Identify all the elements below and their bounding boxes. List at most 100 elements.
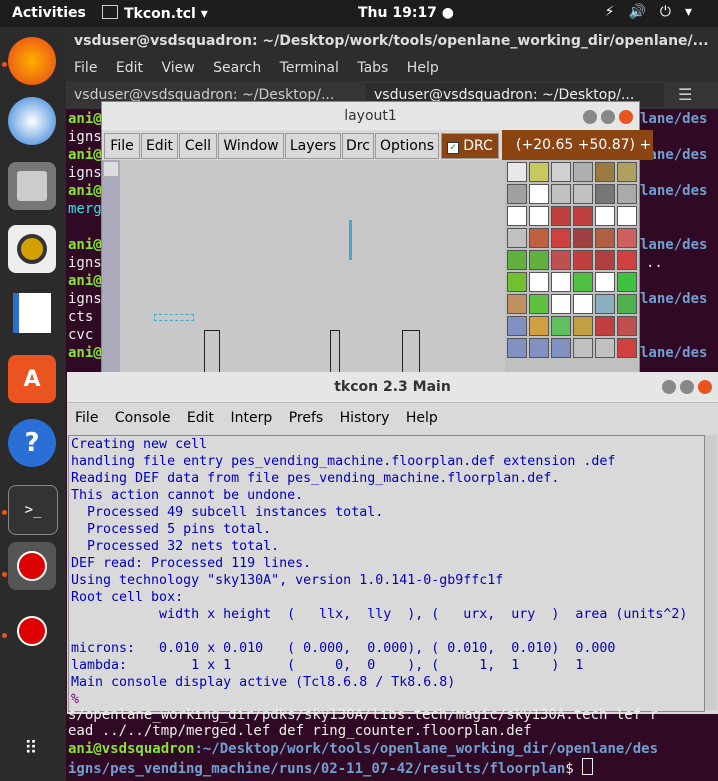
layer-swatch[interactable]	[507, 338, 527, 358]
files-icon[interactable]	[8, 162, 56, 210]
layout-menu-layers[interactable]: Layers	[285, 133, 341, 159]
layer-palette[interactable]	[505, 160, 639, 377]
close-icon[interactable]	[698, 380, 712, 394]
layout-menu-edit[interactable]: Edit	[141, 133, 178, 159]
layer-swatch[interactable]	[595, 228, 615, 248]
layer-swatch[interactable]	[507, 294, 527, 314]
layer-swatch[interactable]	[573, 250, 593, 270]
tkcon-menu-edit[interactable]: Edit	[187, 410, 214, 426]
terminal-icon[interactable]: >_	[8, 485, 58, 535]
terminal-cursor[interactable]	[582, 758, 594, 775]
layer-swatch[interactable]	[551, 162, 571, 182]
drc-checkbox[interactable]: ✓	[447, 142, 460, 154]
layer-swatch[interactable]	[529, 272, 549, 292]
layout-canvas[interactable]	[120, 160, 505, 379]
layout-app-icon[interactable]	[8, 607, 56, 655]
minimize-icon[interactable]	[583, 110, 597, 124]
tkcon-menu-prefs[interactable]: Prefs	[289, 410, 323, 426]
menu-tabs[interactable]: Tabs	[357, 60, 388, 76]
drc-toggle[interactable]: ✓ DRC	[441, 133, 499, 159]
layer-swatch[interactable]	[507, 316, 527, 336]
layer-swatch[interactable]	[617, 250, 637, 270]
system-tray[interactable]: ⚡🔊⏻▾	[605, 4, 706, 20]
menu-edit[interactable]: Edit	[116, 60, 143, 76]
tkcon-menu-file[interactable]: File	[75, 410, 98, 426]
layer-swatch[interactable]	[617, 162, 637, 182]
menu-search[interactable]: Search	[213, 60, 261, 76]
layer-swatch[interactable]	[573, 294, 593, 314]
layer-swatch[interactable]	[507, 206, 527, 226]
layout-menu-options[interactable]: Options	[375, 133, 439, 159]
tkcon-console-output[interactable]: Creating new cell handling file entry pe…	[68, 435, 705, 712]
tkcon-menu-help[interactable]: Help	[406, 410, 438, 426]
layer-swatch[interactable]	[529, 338, 549, 358]
layer-swatch[interactable]	[551, 184, 571, 204]
layer-swatch[interactable]	[617, 294, 637, 314]
menu-file[interactable]: File	[74, 60, 97, 76]
layer-swatch[interactable]	[595, 250, 615, 270]
layer-swatch[interactable]	[573, 228, 593, 248]
software-center-icon[interactable]: A	[8, 355, 56, 403]
layer-swatch[interactable]	[595, 316, 615, 336]
app-menu[interactable]: Tkcon.tcl ▾	[102, 5, 208, 22]
layer-swatch[interactable]	[507, 250, 527, 270]
layer-swatch[interactable]	[573, 316, 593, 336]
layout-menu-file[interactable]: File	[104, 133, 140, 159]
layer-swatch[interactable]	[529, 162, 549, 182]
layout-vertical-scrollbar[interactable]	[102, 160, 120, 377]
layer-swatch[interactable]	[595, 338, 615, 358]
layer-swatch[interactable]	[617, 228, 637, 248]
layer-swatch[interactable]	[617, 184, 637, 204]
layer-swatch[interactable]	[529, 184, 549, 204]
help-icon[interactable]: ?	[8, 419, 56, 467]
firefox-icon[interactable]	[8, 37, 56, 85]
tkcon-menu-console[interactable]: Console	[115, 410, 171, 426]
activities-button[interactable]: Activities	[12, 5, 86, 21]
scroll-up-arrow-icon[interactable]	[104, 162, 118, 176]
layer-swatch[interactable]	[573, 338, 593, 358]
layer-swatch[interactable]	[617, 316, 637, 336]
layer-swatch[interactable]	[507, 162, 527, 182]
thunderbird-icon[interactable]	[8, 97, 56, 145]
layer-swatch[interactable]	[529, 250, 549, 270]
layer-swatch[interactable]	[507, 228, 527, 248]
layer-swatch[interactable]	[551, 316, 571, 336]
layer-swatch[interactable]	[551, 272, 571, 292]
maximize-icon[interactable]	[680, 380, 694, 394]
layer-swatch[interactable]	[617, 206, 637, 226]
layer-swatch[interactable]	[551, 228, 571, 248]
tkcon-menu-interp[interactable]: Interp	[231, 410, 273, 426]
layer-swatch[interactable]	[617, 338, 637, 358]
layer-swatch[interactable]	[573, 272, 593, 292]
clock[interactable]: Thu 19:17 ●	[358, 5, 454, 21]
layer-swatch[interactable]	[595, 184, 615, 204]
layer-swatch[interactable]	[529, 316, 549, 336]
menu-terminal[interactable]: Terminal	[280, 60, 339, 76]
layout-menu-drc[interactable]: Drc	[342, 133, 374, 159]
layer-swatch[interactable]	[595, 294, 615, 314]
layer-swatch[interactable]	[551, 294, 571, 314]
layer-swatch[interactable]	[507, 272, 527, 292]
new-tab-icon[interactable]: ☰	[670, 83, 718, 107]
tkcon-vertical-scrollbar[interactable]	[705, 435, 717, 710]
tkcon-app-icon[interactable]	[8, 542, 56, 590]
layer-swatch[interactable]	[573, 206, 593, 226]
menu-help[interactable]: Help	[407, 60, 439, 76]
tkcon-menu-history[interactable]: History	[340, 410, 390, 426]
close-icon[interactable]	[619, 110, 633, 124]
layer-swatch[interactable]	[595, 206, 615, 226]
layer-swatch[interactable]	[551, 338, 571, 358]
layout-menu-cell[interactable]: Cell	[179, 133, 217, 159]
rhythmbox-icon[interactable]	[8, 225, 56, 273]
libreoffice-writer-icon[interactable]	[8, 289, 56, 337]
layer-swatch[interactable]	[529, 228, 549, 248]
layer-swatch[interactable]	[507, 184, 527, 204]
layer-swatch[interactable]	[529, 206, 549, 226]
layer-swatch[interactable]	[617, 272, 637, 292]
layer-swatch[interactable]	[595, 162, 615, 182]
layer-swatch[interactable]	[551, 206, 571, 226]
minimize-icon[interactable]	[662, 380, 676, 394]
layer-swatch[interactable]	[595, 272, 615, 292]
layout-menu-window[interactable]: Window	[218, 133, 284, 159]
layer-swatch[interactable]	[529, 294, 549, 314]
